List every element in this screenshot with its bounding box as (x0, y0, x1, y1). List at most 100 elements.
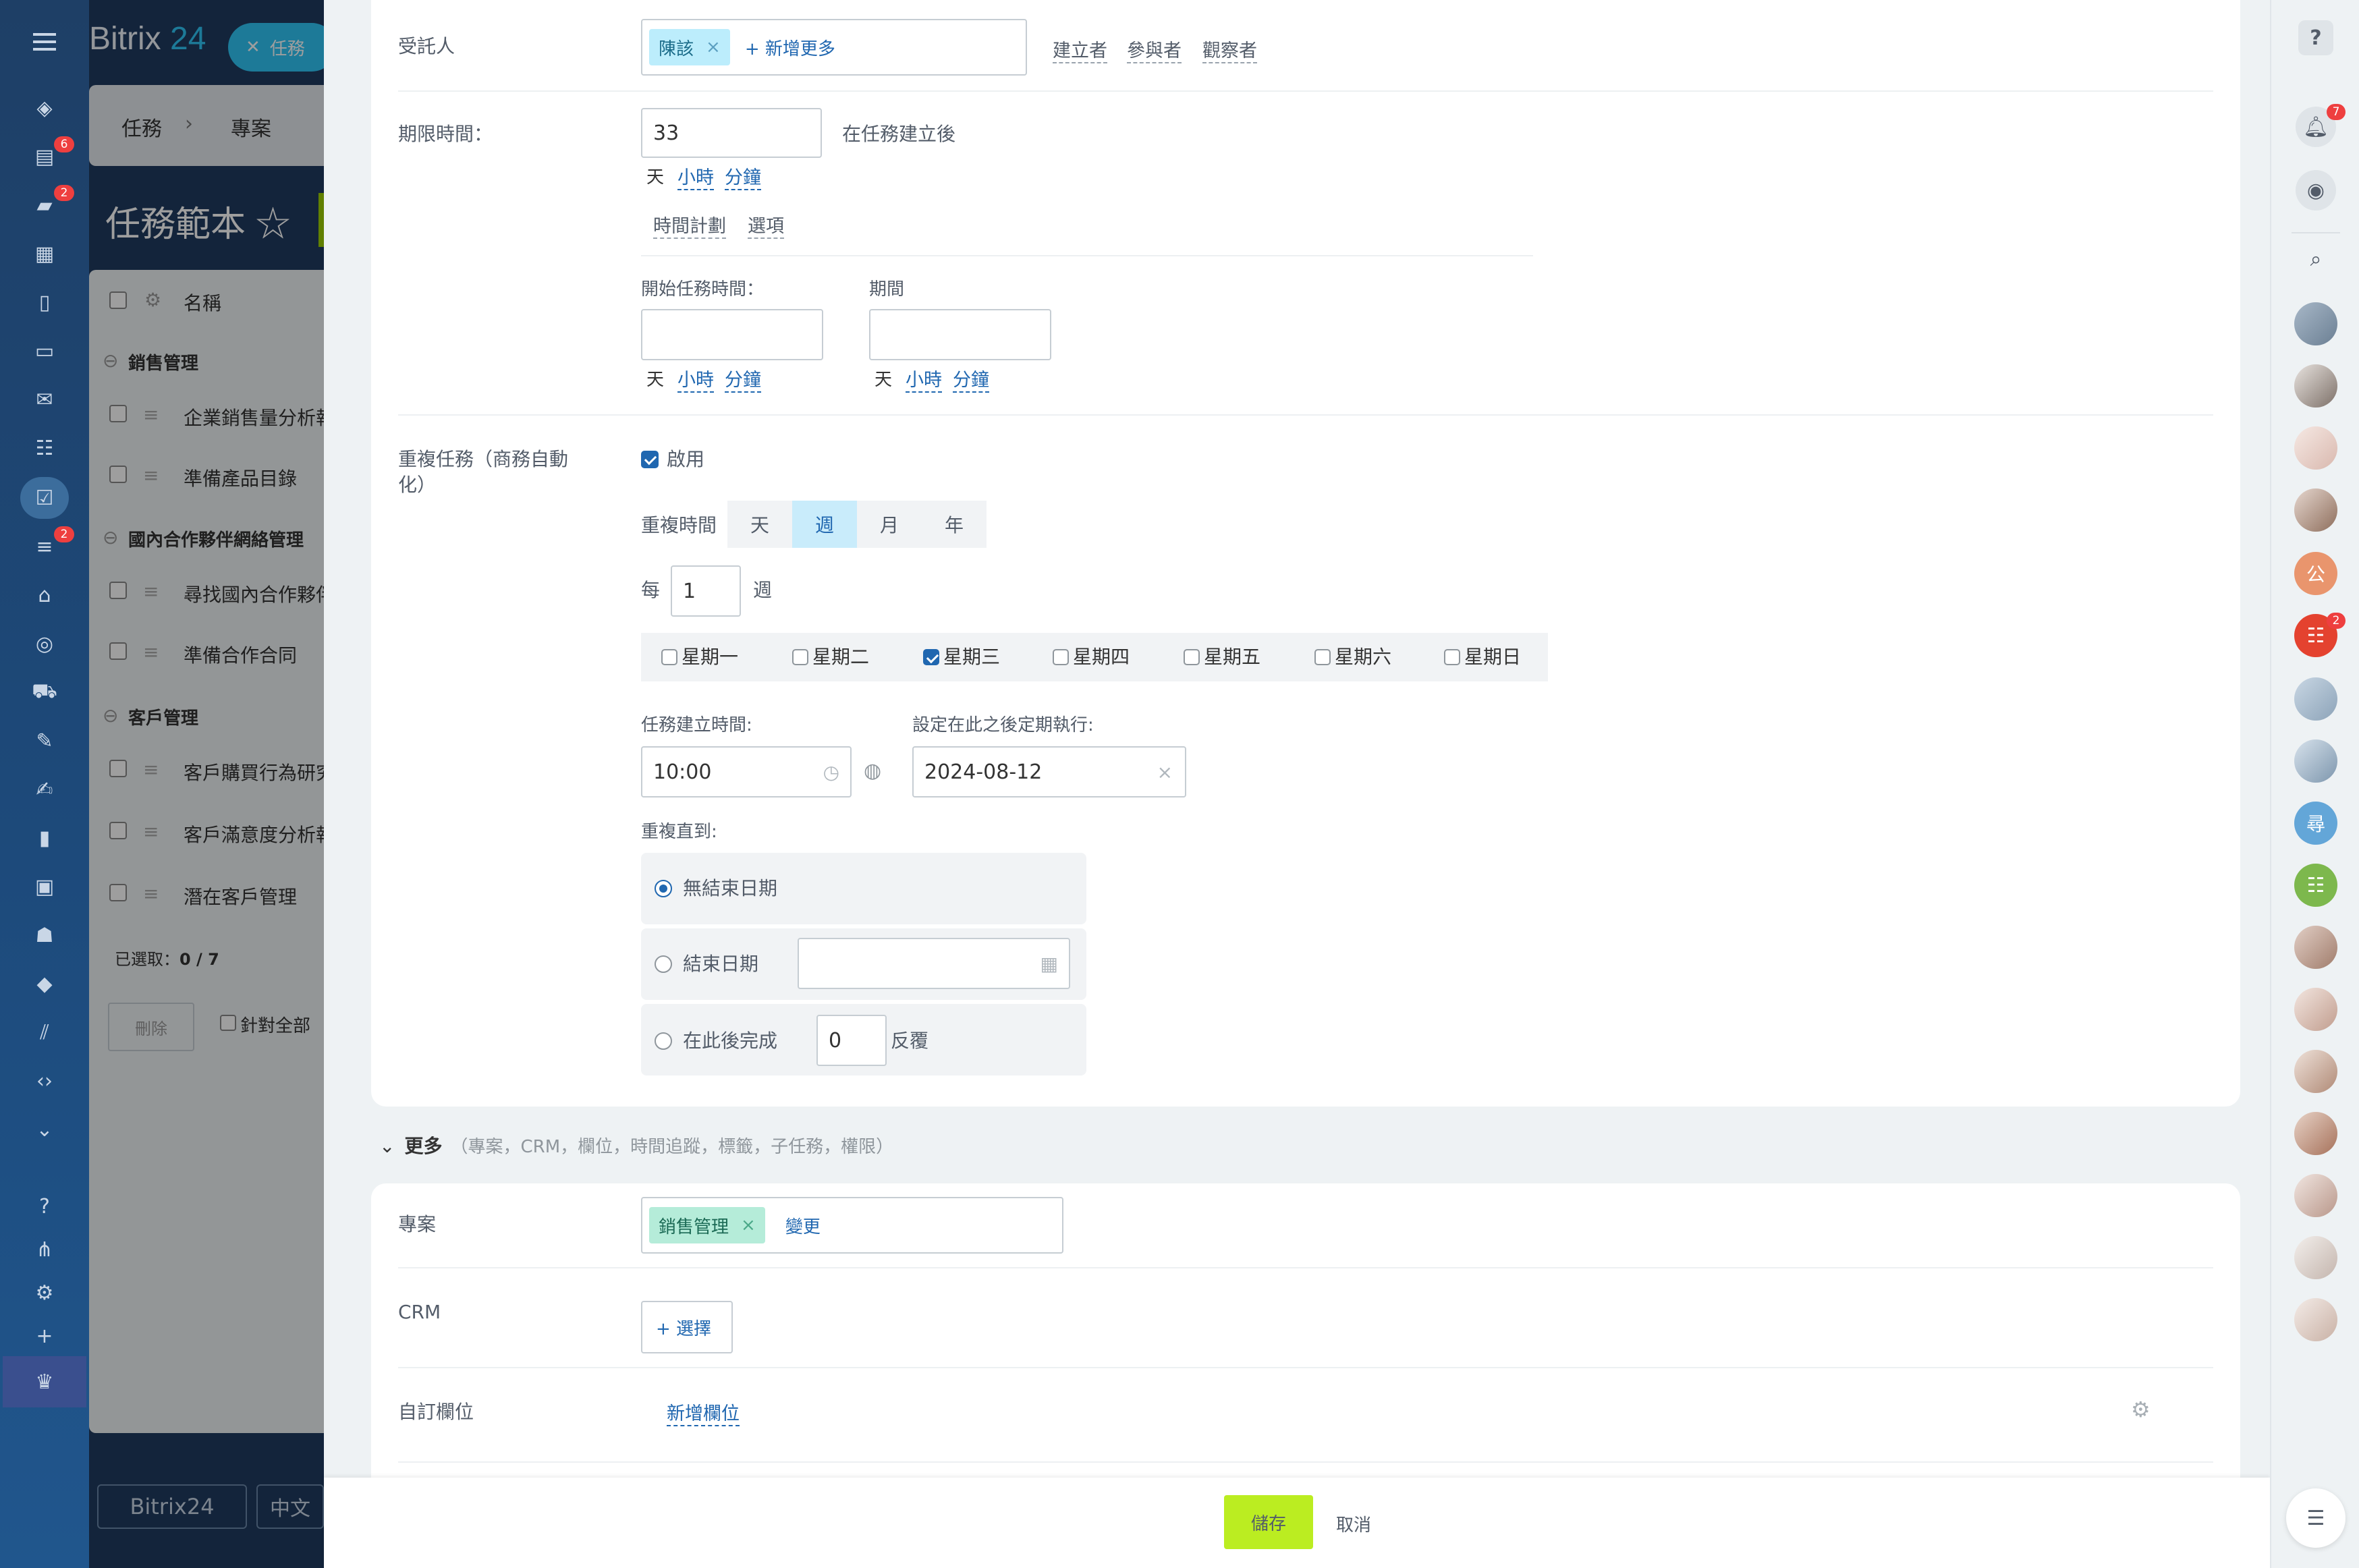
save-button[interactable]: 儲存 (1224, 1495, 1313, 1549)
project-field[interactable]: 銷售管理 × 變更 (641, 1197, 1063, 1254)
avatar[interactable] (2294, 1236, 2337, 1279)
forms-icon[interactable]: ✎ (30, 726, 59, 756)
start-unit-minutes-link[interactable]: 分鐘 (725, 370, 761, 393)
clear-date-icon[interactable]: × (1157, 761, 1173, 783)
weekday-wed-checkbox[interactable] (923, 649, 939, 665)
remove-tag-icon[interactable]: × (706, 37, 721, 57)
avatar[interactable] (2294, 364, 2337, 408)
repeat-enabled-checkbox[interactable] (641, 451, 659, 468)
weekday-thu-checkbox[interactable] (1053, 649, 1069, 665)
messages-icon[interactable]: ◉ (2296, 170, 2336, 211)
weekday-tue-checkbox[interactable] (792, 649, 808, 665)
participants-link[interactable]: 參與者 (1127, 40, 1182, 63)
cancel-button[interactable]: 取消 (1336, 1511, 1371, 1536)
drive-icon[interactable]: ▭ (30, 336, 59, 366)
calendar-icon[interactable]: ▦ (1040, 953, 1058, 975)
period-day[interactable]: 天 (727, 501, 792, 548)
period-month[interactable]: 月 (857, 501, 922, 548)
row-checkbox[interactable] (109, 642, 127, 660)
row-checkbox[interactable] (109, 582, 127, 599)
target-icon[interactable]: ◎ (30, 629, 59, 659)
select-all-checkbox[interactable] (109, 291, 127, 309)
row-checkbox[interactable] (109, 884, 127, 901)
mail-icon[interactable]: ✉ (30, 385, 59, 414)
unit-days[interactable]: 天 (646, 165, 664, 190)
repeat-count-radio[interactable] (655, 1032, 672, 1050)
end-date-input[interactable]: ▦ (798, 938, 1070, 989)
run-after-date-input[interactable]: 2024-08-12 × (912, 746, 1186, 797)
table-row[interactable]: 潛在客戶管理 (184, 883, 297, 909)
table-row[interactable]: 準備產品目錄 (184, 464, 297, 491)
drag-handle-icon[interactable]: ≡ (143, 820, 159, 843)
change-project-link[interactable]: 變更 (785, 1213, 821, 1238)
gear-icon[interactable]: ⚙ (144, 289, 161, 311)
automation-icon[interactable]: ⫽ (30, 1017, 59, 1047)
table-row[interactable]: 企業銷售量分析報 (184, 403, 335, 430)
collapse-icon[interactable]: ⊖ (103, 704, 118, 727)
avatar[interactable] (2294, 426, 2337, 470)
help-icon[interactable]: ? (2298, 20, 2333, 55)
avatar[interactable] (2294, 1112, 2337, 1155)
sign-icon[interactable]: ✍ (30, 775, 59, 804)
add-more-link[interactable]: + 新增更多 (745, 35, 835, 60)
row-checkbox[interactable] (109, 405, 127, 422)
help-icon[interactable]: ? (30, 1192, 59, 1221)
avatar[interactable] (2294, 988, 2337, 1031)
add-field-link[interactable]: 新增欄位 (667, 1403, 740, 1426)
table-row[interactable]: 客戶滿意度分析報 (184, 820, 335, 847)
drag-handle-icon[interactable]: ≡ (143, 403, 159, 426)
breadcrumb-tasks[interactable]: 任務 (121, 112, 162, 142)
every-input[interactable]: 1 (671, 565, 741, 617)
create-time-input[interactable]: 10:00 ◷ (641, 746, 852, 797)
tasks-icon[interactable]: ☑ (30, 483, 59, 513)
drag-handle-icon[interactable]: ≡ (143, 758, 159, 781)
project-tag[interactable]: 銷售管理 × (649, 1207, 765, 1243)
bot-icon[interactable]: ☗ (30, 920, 59, 950)
remove-tag-icon[interactable]: × (741, 1215, 756, 1235)
shop-icon[interactable]: ⛟ (30, 677, 59, 707)
period-year[interactable]: 年 (922, 501, 987, 548)
avatar[interactable] (2294, 302, 2337, 345)
tab-time-plan[interactable]: 時間計劃 (653, 216, 726, 239)
weekday-sat-checkbox[interactable] (1314, 649, 1331, 665)
start-time-input[interactable] (641, 309, 823, 360)
drag-handle-icon[interactable]: ≡ (143, 883, 159, 905)
avatar[interactable] (2294, 1298, 2337, 1341)
collapse-icon[interactable]: ⊖ (103, 349, 118, 372)
start-unit-days[interactable]: 天 (646, 367, 664, 393)
analytics-icon[interactable]: ▮ (30, 823, 59, 853)
apply-all-checkbox[interactable] (220, 1015, 236, 1031)
row-checkbox[interactable] (109, 760, 127, 777)
avatar[interactable]: 尋 (2294, 802, 2337, 845)
avatar[interactable] (2294, 1050, 2337, 1093)
duration-unit-days[interactable]: 天 (875, 367, 892, 393)
timezone-icon[interactable]: ◍ (864, 758, 881, 784)
developer-icon[interactable]: ‹› (30, 1066, 59, 1096)
weekday-fri-checkbox[interactable] (1184, 649, 1200, 665)
deadline-input[interactable]: 33 (641, 108, 822, 158)
gear-icon[interactable]: ⚙ (2131, 1397, 2150, 1422)
hr-icon[interactable]: ▣ (30, 872, 59, 901)
drag-handle-icon[interactable]: ≡ (143, 580, 159, 603)
table-row[interactable]: 客戶購買行為研究 (184, 758, 335, 785)
unit-hours-link[interactable]: 小時 (677, 167, 714, 190)
collapse-icon[interactable]: ⊖ (103, 526, 118, 549)
crm-select-button[interactable]: + 選擇 (641, 1301, 733, 1353)
list-menu-icon[interactable]: ☰ (2286, 1488, 2346, 1548)
drag-handle-icon[interactable]: ≡ (143, 464, 159, 486)
no-end-radio[interactable] (655, 880, 672, 897)
row-checkbox[interactable] (109, 466, 127, 483)
weekday-sun-checkbox[interactable] (1444, 649, 1460, 665)
avatar[interactable] (2294, 739, 2337, 783)
more-icon[interactable]: ⌄ (30, 1115, 59, 1144)
tab-options[interactable]: 選項 (748, 216, 784, 239)
start-unit-hours-link[interactable]: 小時 (677, 370, 714, 393)
docs-icon[interactable]: ▯ (30, 287, 59, 317)
table-row[interactable]: 準備合作合同 (184, 641, 297, 668)
group-chat-avatar[interactable]: ☷ (2294, 864, 2337, 907)
observers-link[interactable]: 觀察者 (1202, 40, 1257, 63)
star-icon[interactable]: ☆ (255, 205, 290, 244)
row-checkbox[interactable] (109, 822, 127, 839)
avatar[interactable] (2294, 677, 2337, 721)
add-icon[interactable]: + (30, 1321, 59, 1351)
